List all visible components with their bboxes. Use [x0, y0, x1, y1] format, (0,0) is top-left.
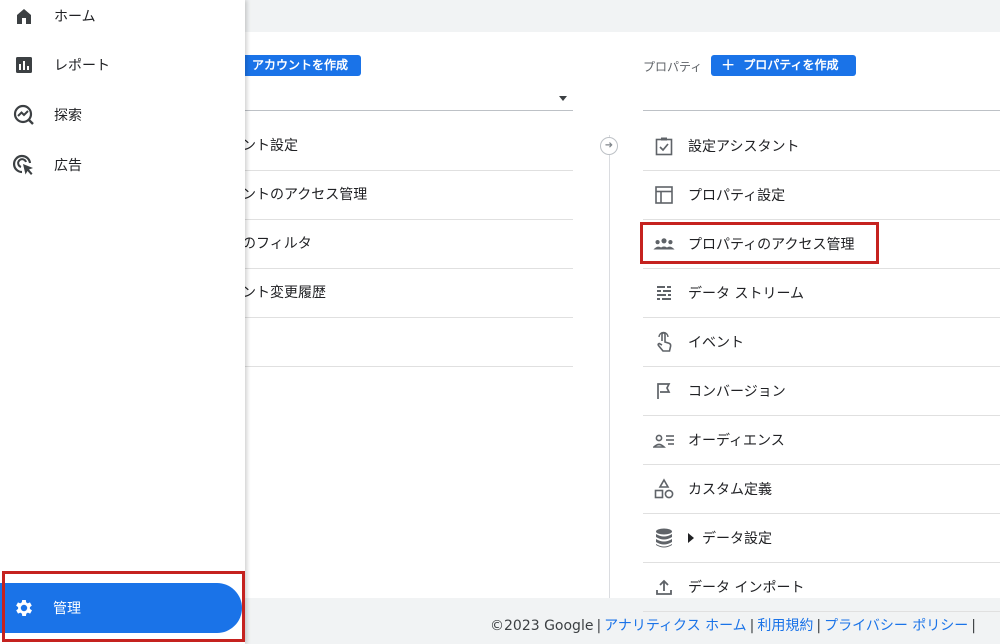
property-settings-label: プロパティ設定	[688, 188, 786, 204]
data-import-item[interactable]: データ インポート	[643, 563, 1000, 612]
data-import-label: データ インポート	[688, 580, 805, 596]
upload-icon	[653, 576, 675, 598]
data-streams-label: データ ストリーム	[688, 286, 805, 302]
custom-definitions-item[interactable]: カスタム定義	[643, 465, 1000, 514]
touch-icon	[653, 331, 675, 353]
footer-separator: |	[596, 618, 602, 634]
advertising-icon	[12, 153, 36, 177]
data-settings-label: データ設定	[702, 531, 772, 547]
property-settings-icon	[653, 184, 675, 206]
all-filters-item[interactable]: のフィルタ	[240, 220, 573, 269]
create-property-label: プロパティを作成	[743, 58, 839, 72]
footer-separator: |	[749, 618, 755, 634]
reports-icon	[12, 53, 36, 77]
privacy-policy-link[interactable]: プライバシー ポリシー	[824, 618, 968, 634]
property-selector[interactable]	[643, 84, 1000, 111]
sidebar-item-label: 広告	[54, 158, 82, 174]
property-settings-item[interactable]: プロパティ設定	[643, 171, 1000, 220]
create-account-button[interactable]: アカウントを作成	[240, 55, 361, 76]
conversions-label: コンバージョン	[688, 384, 786, 400]
sidebar-item-label: 探索	[54, 108, 82, 124]
home-icon	[12, 4, 36, 28]
sidebar-item-advertising[interactable]: 広告	[0, 145, 245, 185]
account-settings-item[interactable]: ント設定	[240, 122, 573, 171]
data-streams-item[interactable]: データ ストリーム	[643, 269, 1000, 318]
events-label: イベント	[688, 335, 744, 351]
dropdown-arrow-icon	[559, 96, 567, 101]
property-label: プロパティ	[643, 60, 703, 74]
setup-assistant-label: 設定アシスタント	[688, 139, 800, 155]
expand-triangle-icon[interactable]	[688, 533, 694, 543]
plus-icon: +	[721, 55, 736, 75]
data-streams-icon	[653, 282, 675, 304]
account-change-history-item[interactable]: ント変更履歴	[240, 269, 573, 318]
sidebar-item-label: ホーム	[54, 9, 96, 25]
audiences-label: オーディエンス	[688, 433, 785, 449]
column-divider	[609, 135, 610, 598]
list-spacer	[240, 318, 573, 367]
sidebar-item-home[interactable]: ホーム	[0, 0, 245, 36]
account-menu: ント設定 ントのアクセス管理 のフィルタ ント変更履歴	[240, 122, 573, 367]
account-access-management-item[interactable]: ントのアクセス管理	[240, 171, 573, 220]
footer-separator: |	[816, 618, 822, 634]
highlight-box	[640, 222, 879, 264]
arrow-right-icon: ➜	[600, 137, 618, 155]
database-icon	[653, 527, 675, 549]
data-settings-item[interactable]: データ設定	[643, 514, 1000, 563]
checklist-icon	[653, 135, 675, 157]
sidebar-item-label: レポート	[54, 58, 110, 74]
highlight-box	[2, 571, 245, 642]
sidebar: ホーム レポート 探索 広告 管理	[0, 0, 245, 644]
conversions-item[interactable]: コンバージョン	[643, 367, 1000, 416]
sidebar-item-explore[interactable]: 探索	[0, 95, 245, 135]
explore-icon	[12, 103, 36, 127]
terms-link[interactable]: 利用規約	[757, 618, 813, 634]
account-selector[interactable]	[240, 84, 573, 111]
shapes-icon	[653, 478, 675, 500]
setup-assistant-item[interactable]: 設定アシスタント	[643, 122, 1000, 171]
flag-icon	[653, 380, 675, 402]
analytics-home-link[interactable]: アナリティクス ホーム	[604, 618, 747, 634]
sidebar-item-reports[interactable]: レポート	[0, 45, 245, 85]
property-menu: 設定アシスタント プロパティ設定 プロパティのアクセス管理 データ ストリーム …	[643, 122, 1000, 612]
copyright: ©2023 Google	[490, 618, 594, 634]
footer: ©2023 Google | アナリティクス ホーム | 利用規約 | プライバシー ポリシ…	[490, 615, 979, 635]
audiences-item[interactable]: オーディエンス	[643, 416, 1000, 465]
audience-icon	[653, 429, 675, 451]
footer-separator: |	[971, 618, 976, 634]
create-property-button[interactable]: + プロパティを作成	[711, 55, 856, 76]
custom-definitions-label: カスタム定義	[688, 482, 772, 498]
events-item[interactable]: イベント	[643, 318, 1000, 367]
